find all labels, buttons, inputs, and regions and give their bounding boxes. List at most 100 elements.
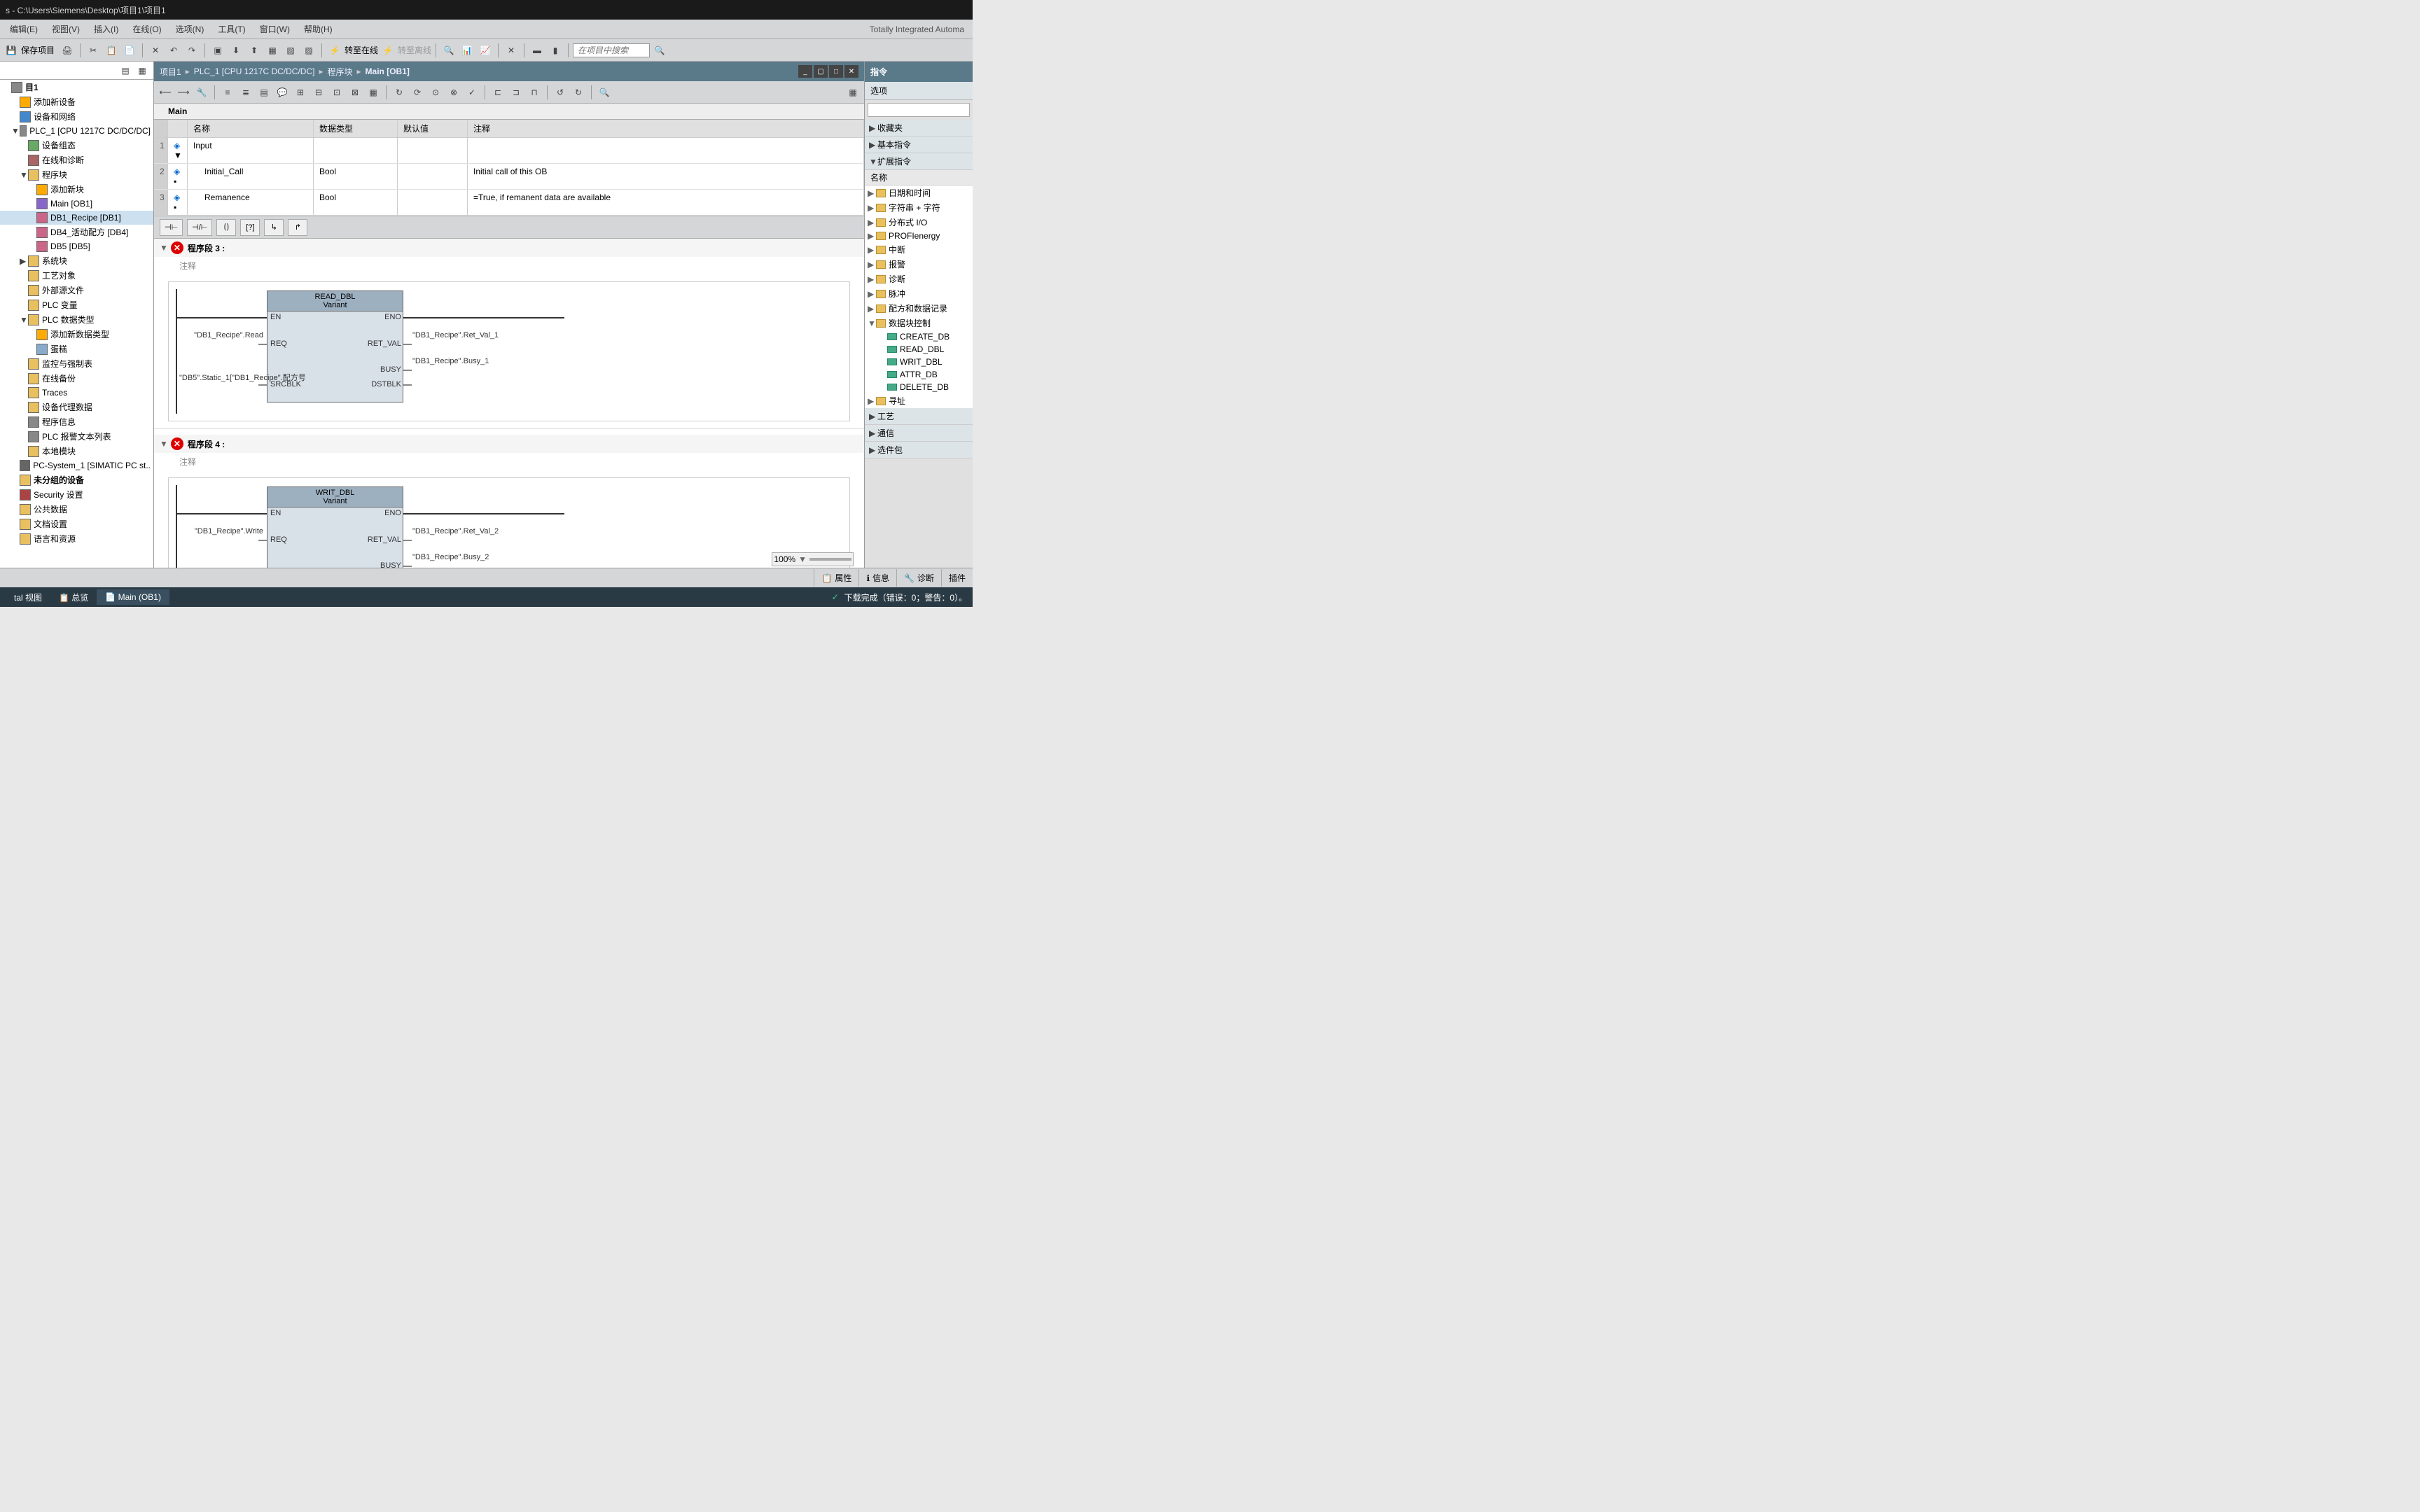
et-btn-15[interactable]: ⊙ (427, 84, 444, 101)
instruction-----I-O[interactable]: ▶分布式 I/O (865, 215, 973, 230)
menu-online[interactable]: 在线(O) (125, 20, 168, 38)
menu-options[interactable]: 选项(N) (169, 20, 211, 38)
et-btn-21[interactable]: ↺ (552, 84, 569, 101)
compile-button[interactable]: ▣ (209, 42, 226, 59)
et-btn-3[interactable]: 🔧 (193, 84, 210, 101)
et-btn-22[interactable]: ↻ (570, 84, 587, 101)
tree-node-------[interactable]: 监控与强制表 (0, 356, 153, 371)
tree-node-Security---[interactable]: Security 设置 (0, 487, 153, 502)
download-button[interactable]: ⬇ (228, 42, 244, 59)
tree-node-Main--OB1-[interactable]: Main [OB1] (0, 197, 153, 211)
var-row[interactable]: 1◈ ▼Input (154, 138, 864, 164)
restore-button[interactable]: ▢ (814, 65, 828, 78)
go-online-label[interactable]: 转至在线 (345, 44, 378, 56)
instruction---------[interactable]: ▶字符串 + 字符 (865, 200, 973, 215)
instruction--------[interactable]: ▶配方和数据记录 (865, 301, 973, 316)
instruction---[interactable]: ▶诊断 (865, 272, 973, 286)
et-btn-13[interactable]: ↻ (391, 84, 408, 101)
status-info[interactable]: ℹ信息 (858, 569, 896, 587)
instruction---[interactable]: ▶寻址 (865, 393, 973, 408)
tree-view-btn-1[interactable]: ▤ (117, 62, 134, 79)
lad-coil[interactable]: ⟮⟯ (216, 219, 236, 236)
menu-window[interactable]: 窗口(W) (253, 20, 297, 38)
menu-help[interactable]: 帮助(H) (297, 20, 340, 38)
et-btn-2[interactable]: ⟶ (175, 84, 192, 101)
et-btn-24[interactable]: ▦ (844, 84, 861, 101)
instruction------[interactable]: ▼数据块控制 (865, 316, 973, 330)
status-properties[interactable]: 📋属性 (814, 569, 858, 587)
tree-view-btn-2[interactable]: ▦ (134, 62, 151, 79)
split-h-button[interactable]: ▬ (529, 42, 545, 59)
instruction---[interactable]: ▶中断 (865, 242, 973, 257)
bc-plc[interactable]: PLC_1 [CPU 1217C DC/DC/DC] (194, 66, 315, 76)
minimize-button[interactable]: _ (798, 65, 812, 78)
tree-node-DB1_Recipe--DB1-[interactable]: DB1_Recipe [DB1] (0, 211, 153, 225)
portal-view-tab[interactable]: tal 视图 (6, 589, 50, 606)
status-plugins[interactable]: 插件 (941, 569, 973, 587)
redo-button[interactable]: ↷ (183, 42, 200, 59)
port-output-label[interactable]: "DB1_Recipe".Ret_Val_2 (412, 527, 510, 536)
tree-node-----[interactable]: 文档设置 (0, 517, 153, 531)
project-search-input[interactable] (573, 43, 650, 57)
tb-btn-6[interactable]: ▨ (300, 42, 317, 59)
network-collapse-icon[interactable]: ▼ (160, 243, 168, 253)
et-btn-5[interactable]: ≣ (237, 84, 254, 101)
instruction-search-input[interactable] (868, 103, 970, 117)
et-btn-11[interactable]: ⊠ (347, 84, 363, 101)
port-input-label[interactable]: "DB1_Recipe".Write (179, 527, 263, 536)
var-row[interactable]: 3◈ ▪RemanenceBool=True, if remanent data… (154, 190, 864, 216)
rp-basic[interactable]: ▶基本指令 (865, 136, 973, 153)
rp-addon[interactable]: ▶选件包 (865, 442, 973, 458)
lad-branch[interactable]: ↳ (264, 219, 284, 236)
tree-node-----[interactable]: 设备组态 (0, 138, 153, 153)
et-btn-18[interactable]: ⊏ (489, 84, 506, 101)
vh-note[interactable]: 注释 (468, 120, 864, 137)
paste-button[interactable]: 📄 (121, 42, 138, 59)
et-btn-20[interactable]: ⊓ (526, 84, 543, 101)
bc-project[interactable]: 项目1 (160, 66, 181, 78)
et-btn-9[interactable]: ⊟ (310, 84, 327, 101)
tree-node-----[interactable]: 公共数据 (0, 502, 153, 517)
vh-type[interactable]: 数据类型 (314, 120, 398, 137)
vh-name[interactable]: 名称 (188, 120, 314, 137)
tb-btn-8[interactable]: 📊 (459, 42, 475, 59)
instruction-READ_DBL[interactable]: READ_DBL (865, 343, 973, 356)
tree-node-----[interactable]: 工艺对象 (0, 268, 153, 283)
port-output-label[interactable]: "DB1_Recipe".Ret_Val_1 (412, 331, 510, 340)
instruction---[interactable]: ▶报警 (865, 257, 973, 272)
tb-btn-5[interactable]: ▧ (282, 42, 299, 59)
port-input-label[interactable]: "DB1_Recipe".Read (179, 331, 263, 340)
menu-view[interactable]: 视图(V) (45, 20, 87, 38)
et-btn-12[interactable]: ▦ (365, 84, 382, 101)
tree-node-PLC_1--CPU-1217C-DC-DC-DC-[interactable]: ▼PLC_1 [CPU 1217C DC/DC/DC] (0, 124, 153, 138)
overview-tab[interactable]: 📋 总览 (50, 589, 97, 606)
delete-button[interactable]: ✕ (147, 42, 164, 59)
tree-node---[interactable]: 蛋糕 (0, 342, 153, 356)
tree-node-PLC-----[interactable]: ▼PLC 数据类型 (0, 312, 153, 327)
search-button[interactable]: 🔍 (651, 42, 668, 59)
status-diagnostics[interactable]: 🔧诊断 (896, 569, 941, 587)
copy-button[interactable]: 📋 (103, 42, 120, 59)
instruction---[interactable]: ▶脉冲 (865, 286, 973, 301)
tree-node-Traces[interactable]: Traces (0, 386, 153, 400)
tree-node-PLC-------[interactable]: PLC 报警文本列表 (0, 429, 153, 444)
go-online-button[interactable]: ⚡ (326, 42, 343, 59)
tb-btn-4[interactable]: ▦ (264, 42, 281, 59)
port-output-label[interactable]: "DB1_Recipe".Busy_1 (412, 357, 510, 365)
rp-options[interactable]: 选项 (865, 82, 973, 100)
cut-button[interactable]: ✂ (85, 42, 102, 59)
close-editor-button[interactable]: ✕ (844, 65, 858, 78)
zoom-control[interactable]: 100% ▼ (772, 552, 854, 566)
rp-comm[interactable]: ▶通信 (865, 425, 973, 442)
et-btn-8[interactable]: ⊞ (292, 84, 309, 101)
tree-node-----[interactable]: 添加新块 (0, 182, 153, 197)
split-v-button[interactable]: ▮ (547, 42, 564, 59)
et-btn-23[interactable]: 🔍 (596, 84, 613, 101)
rp-tech[interactable]: ▶工艺 (865, 408, 973, 425)
menu-tools[interactable]: 工具(T) (211, 20, 252, 38)
main-ob1-tab[interactable]: 📄 Main (OB1) (97, 589, 169, 605)
tree-node-----[interactable]: 程序信息 (0, 414, 153, 429)
lad-box[interactable]: [?] (240, 219, 260, 236)
et-btn-1[interactable]: ⟵ (157, 84, 174, 101)
et-btn-19[interactable]: ⊐ (508, 84, 524, 101)
